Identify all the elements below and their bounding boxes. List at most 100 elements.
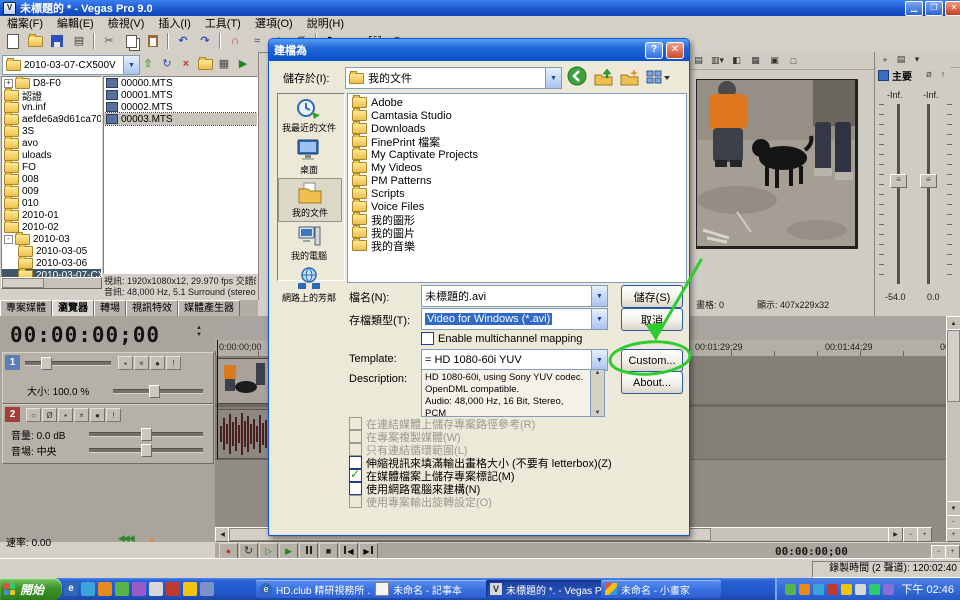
invert-phase-icon[interactable]: Ø [42, 408, 57, 422]
fx-icon[interactable]: ! [106, 408, 121, 422]
tray-icon[interactable] [827, 584, 838, 595]
track-composite-slider[interactable] [25, 361, 111, 366]
bypass-fx-icon[interactable]: ▪ [58, 408, 73, 422]
views-menu-button[interactable] [645, 68, 671, 89]
tree-item[interactable]: vn.inf [2, 101, 101, 113]
enable-snapping-button[interactable]: ∩ [224, 31, 246, 51]
audio-event-waveform[interactable] [217, 409, 269, 459]
place-my-network[interactable]: 網路上的芳鄰 [278, 264, 340, 306]
properties-button[interactable]: ▤ [68, 31, 90, 51]
dropdown-arrow-icon[interactable]: ▼ [545, 68, 561, 88]
zoom-in-button[interactable]: + [917, 527, 932, 542]
checkbox[interactable] [349, 430, 362, 443]
scroll-down-icon[interactable]: ▼ [595, 410, 601, 416]
media-file-item[interactable]: 00001.MTS [104, 89, 257, 101]
tree-item[interactable]: 2010-03-05 [2, 245, 101, 257]
tree-item[interactable]: -2010-03 [2, 233, 101, 245]
tray-icon[interactable] [855, 584, 866, 595]
tree-item[interactable]: 2010-01 [2, 209, 101, 221]
tree-item[interactable]: 3S [2, 125, 101, 137]
menu-item-insert[interactable]: 插入(I) [151, 15, 197, 31]
quick-launch-desktop-icon[interactable] [81, 582, 95, 596]
checkbox[interactable] [349, 469, 362, 482]
menu-item-file[interactable]: 檔案(F) [0, 15, 50, 31]
copy-button[interactable] [120, 31, 142, 51]
go-to-end-button[interactable]: ▶ [359, 543, 378, 559]
task-notepad-window[interactable]: 未命名 - 記事本 [371, 580, 491, 598]
dialog-folder-item[interactable]: Camtasia Studio [352, 109, 686, 122]
description-scrollbar[interactable]: ▲▼ [590, 370, 604, 416]
bus-mute-icon[interactable]: Ø [922, 67, 936, 84]
dialog-folder-item[interactable]: My Videos [352, 161, 686, 174]
track-size-slider[interactable] [113, 389, 203, 394]
dialog-folder-item[interactable]: 我的音樂 [352, 239, 686, 252]
project-properties-button[interactable]: ▤ [689, 52, 708, 69]
timeline-zoom-out-button[interactable]: − [931, 545, 946, 559]
filename-combo[interactable]: 未標題的.avi ▼ [421, 285, 608, 307]
pause-button[interactable] [299, 543, 318, 559]
new-folder-button[interactable] [196, 55, 214, 73]
timeline-zoom-in-button[interactable]: + [945, 545, 960, 559]
refresh-button[interactable]: ↻ [158, 55, 176, 73]
filetype-combo[interactable]: Video for Windows (*.avi) ▼ [421, 308, 608, 330]
play-button[interactable]: ▶ [279, 543, 298, 559]
explorer-path-combo[interactable]: 2010-03-07-CX500V ▼ [2, 55, 140, 75]
place-my-documents[interactable]: 我的文件 [278, 178, 342, 222]
dialog-help-button[interactable]: ? [645, 42, 663, 59]
menu-item-help[interactable]: 說明(H) [300, 15, 351, 31]
checkbox[interactable] [349, 482, 362, 495]
slider-handle[interactable] [41, 357, 52, 370]
quick-launch-icon[interactable] [183, 582, 197, 596]
mixer-views-button[interactable]: ▾ [909, 51, 925, 68]
scroll-up-icon[interactable]: ▲ [595, 370, 601, 376]
tab-explorer[interactable]: 瀏覽器 [52, 300, 94, 317]
task-paint-window[interactable]: 未命名 - 小畫家 [601, 580, 721, 598]
tree-horizontal-scrollbar[interactable] [1, 277, 102, 289]
tree-item[interactable]: 008 [2, 173, 101, 185]
media-file-item-selected[interactable]: 00003.MTS [104, 113, 257, 125]
minimize-button[interactable]: ▁ [905, 1, 923, 16]
vscroll-down-arrow[interactable]: ▼ [946, 501, 960, 516]
up-one-level-button[interactable]: ⇧ [139, 55, 157, 73]
about-button[interactable]: About... [621, 371, 683, 394]
volume-icon[interactable] [883, 584, 894, 595]
tray-icon[interactable] [869, 584, 880, 595]
video-track-header[interactable]: 1 ▪ × ● ! 大小: 100.0 % [2, 352, 214, 404]
media-file-item[interactable]: 00002.MTS [104, 101, 257, 113]
save-button[interactable] [46, 31, 68, 51]
cancel-button[interactable]: 取消 [621, 308, 683, 331]
split-screen-button[interactable]: ◧ [727, 52, 746, 69]
menu-item-view[interactable]: 檢視(V) [101, 15, 152, 31]
quick-launch-icon[interactable] [149, 582, 163, 596]
tab-project-media[interactable]: 專案媒體 [0, 300, 52, 317]
preview-quality-button[interactable]: ▥▾ [708, 52, 727, 69]
timecode-spinner[interactable]: ▲▼ [196, 325, 202, 339]
tree-item[interactable]: 認證 [2, 89, 101, 101]
loop-playback-button[interactable]: ↻ [239, 543, 258, 559]
task-vegas-window[interactable]: V未標題的 *. - Vegas P... [486, 580, 606, 598]
tree-item[interactable]: aefde6a9d61ca708dd27 [2, 113, 101, 125]
solo-icon[interactable]: ● [150, 356, 165, 370]
mute-icon[interactable]: × [134, 356, 149, 370]
redo-button[interactable]: ↷ [194, 31, 216, 51]
quick-launch-ie-icon[interactable]: e [64, 582, 78, 596]
tab-video-fx[interactable]: 視訊特效 [126, 300, 178, 317]
left-fader-handle[interactable]: ≡ [890, 174, 907, 188]
slider-handle[interactable] [141, 444, 152, 457]
record-button[interactable]: ● [219, 543, 238, 559]
edit-cursor[interactable] [217, 340, 218, 459]
template-combo[interactable]: = HD 1080-60i YUV ▼ [421, 349, 608, 371]
quick-launch-media-icon[interactable] [98, 582, 112, 596]
dropdown-arrow-icon[interactable]: ▼ [591, 309, 607, 329]
arm-record-icon[interactable]: ○ [26, 408, 41, 422]
external-monitor-button[interactable]: □ [784, 52, 803, 69]
start-preview-button[interactable]: ▶ [234, 55, 252, 73]
play-from-start-button[interactable]: ▷ [259, 543, 278, 559]
tree-item[interactable]: 2010-03-06 [2, 257, 101, 269]
tree-item[interactable]: 010 [2, 197, 101, 209]
task-hdclub-window[interactable]: eHD.club 精研視務所 ... [256, 580, 376, 598]
dialog-folder-item[interactable]: Scripts [352, 187, 686, 200]
place-my-computer[interactable]: 我的電腦 [278, 222, 340, 264]
track-size-value[interactable]: 100.0 % [53, 387, 90, 398]
track-pan-slider[interactable] [89, 448, 203, 453]
